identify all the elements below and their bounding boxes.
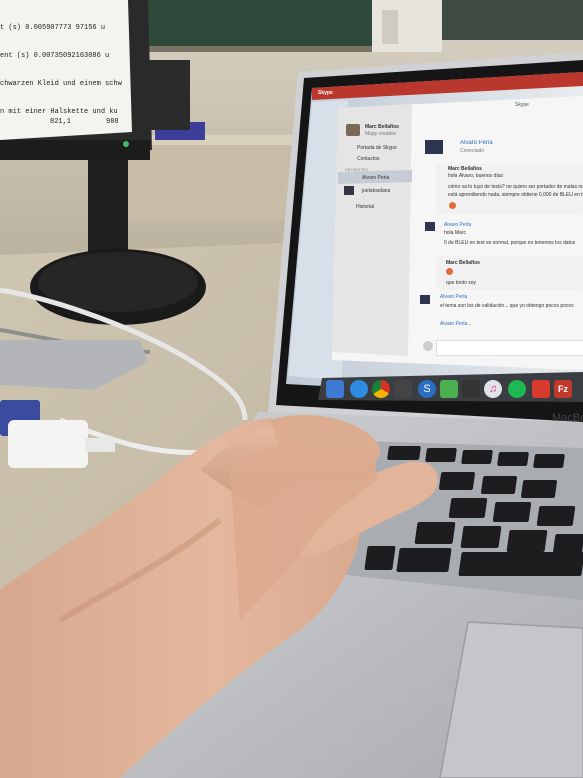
key[interactable] bbox=[520, 480, 558, 498]
key[interactable] bbox=[387, 446, 421, 460]
key[interactable] bbox=[448, 498, 488, 518]
key[interactable] bbox=[497, 452, 529, 466]
key[interactable] bbox=[533, 454, 565, 468]
key[interactable] bbox=[506, 530, 548, 552]
key[interactable] bbox=[461, 450, 493, 464]
key[interactable] bbox=[425, 448, 457, 462]
key[interactable] bbox=[480, 476, 518, 494]
key[interactable] bbox=[396, 548, 452, 572]
key[interactable] bbox=[364, 546, 396, 570]
key[interactable] bbox=[438, 472, 476, 490]
key[interactable] bbox=[460, 526, 502, 548]
spacebar-key[interactable] bbox=[458, 552, 583, 576]
key[interactable] bbox=[536, 506, 576, 526]
keyboard bbox=[0, 0, 583, 778]
key[interactable] bbox=[492, 502, 532, 522]
key[interactable] bbox=[414, 522, 456, 544]
